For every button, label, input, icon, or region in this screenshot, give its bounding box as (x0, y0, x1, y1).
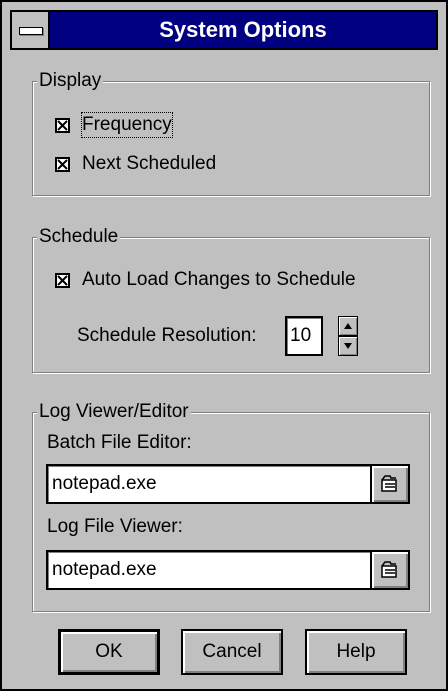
next-scheduled-label: Next Scheduled (82, 153, 217, 174)
display-group-label: Display (37, 70, 104, 92)
system-menu-icon (19, 27, 43, 35)
display-group: Display (32, 70, 430, 196)
schedule-resolution-value: 10 (290, 325, 312, 346)
auto-load-label: Auto Load Changes to Schedule (82, 269, 356, 290)
ok-button[interactable]: OK (58, 629, 160, 675)
spin-up-icon (344, 323, 352, 329)
batch-editor-field[interactable]: notepad.exe (46, 464, 410, 504)
schedule-resolution-label: Schedule Resolution: (77, 325, 257, 346)
batch-editor-browse-button[interactable] (370, 466, 408, 502)
schedule-resolution-input[interactable]: 10 (285, 316, 323, 356)
next-scheduled-checkbox[interactable] (55, 156, 70, 172)
cancel-button[interactable]: Cancel (181, 629, 283, 675)
title-bar[interactable]: System Options (10, 10, 438, 50)
batch-editor-value: notepad.exe (52, 473, 157, 494)
log-viewer-label: Log File Viewer: (47, 516, 183, 537)
auto-load-checkbox-row[interactable]: Auto Load Changes to Schedule (55, 267, 356, 293)
spin-up-button[interactable] (338, 316, 358, 336)
next-scheduled-checkbox-row[interactable]: Next Scheduled (55, 151, 216, 177)
frequency-label: Frequency (81, 112, 173, 138)
log-viewer-browse-button[interactable] (370, 552, 408, 588)
log-viewer-group-label: Log Viewer/Editor (37, 401, 191, 423)
log-viewer-field[interactable]: notepad.exe (46, 550, 410, 590)
help-button[interactable]: Help (305, 629, 407, 675)
system-options-dialog: System Options Display Frequency Next Sc… (0, 0, 448, 691)
log-viewer-value: notepad.exe (52, 559, 157, 580)
checkbox-x-icon (57, 119, 68, 131)
checkbox-x-icon (57, 158, 68, 170)
auto-load-checkbox[interactable] (55, 272, 70, 288)
frequency-checkbox[interactable] (55, 117, 70, 133)
folder-browse-icon (381, 561, 397, 578)
spin-down-button[interactable] (338, 336, 358, 356)
schedule-group: Schedule (32, 226, 430, 373)
system-menu-button[interactable] (12, 12, 50, 48)
folder-browse-icon (381, 475, 397, 492)
schedule-group-label: Schedule (37, 226, 121, 248)
spin-down-icon (344, 343, 352, 349)
batch-editor-label: Batch File Editor: (47, 432, 192, 453)
frequency-checkbox-row[interactable]: Frequency (55, 112, 173, 138)
schedule-resolution-spinner[interactable] (338, 316, 358, 356)
checkbox-x-icon (57, 274, 68, 286)
window-title: System Options (159, 17, 327, 42)
